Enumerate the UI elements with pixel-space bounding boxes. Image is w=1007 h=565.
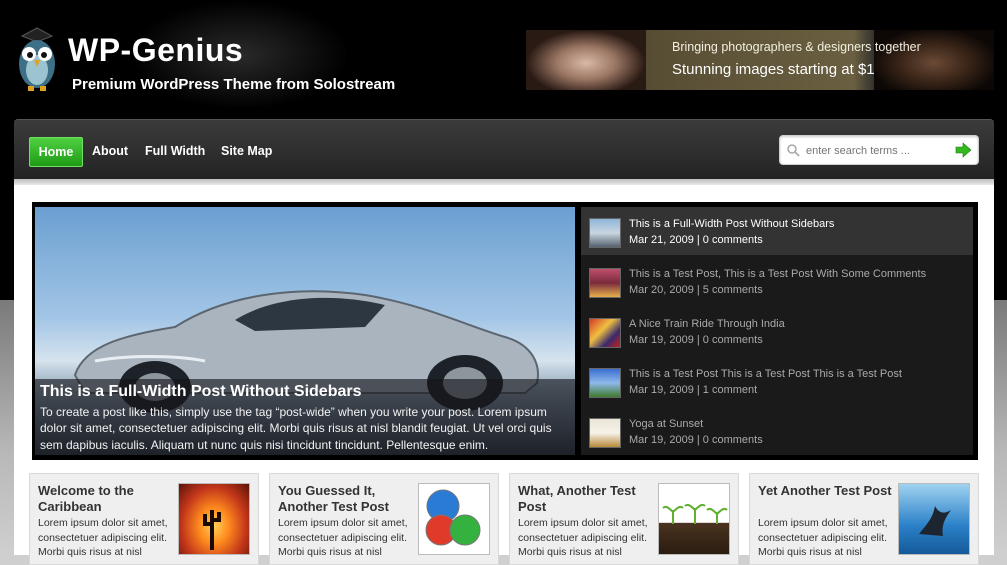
featured-list-title: This is a Test Post This is a Test Post …: [629, 368, 902, 380]
banner-line-1: Bringing photographers & designers toget…: [672, 40, 921, 54]
featured-list-item[interactable]: This is a Test Post This is a Test Post …: [581, 357, 973, 405]
featured-excerpt: To create a post like this, simply use t…: [40, 405, 552, 452]
post-title[interactable]: Welcome to the Caribbean: [38, 483, 173, 514]
featured-list-title: This is a Test Post, This is a Test Post…: [629, 268, 927, 280]
banner-line-2: Stunning images starting at $1: [672, 61, 875, 78]
post-title[interactable]: You Guessed It, Another Test Post: [278, 483, 413, 514]
thumbnail-road: [589, 368, 621, 398]
main-nav: Home About Full Width Site Map: [14, 119, 994, 180]
featured-list-meta: Mar 19, 2009 | 1 comment: [629, 384, 758, 396]
post-image-paints[interactable]: [418, 483, 490, 555]
post-excerpt: Lorem ipsum dolor sit amet, consectetuer…: [518, 517, 648, 558]
post-image-sprouts[interactable]: [658, 483, 730, 555]
search-input[interactable]: [804, 142, 948, 160]
post-image-sunset[interactable]: [178, 483, 250, 555]
nav-home[interactable]: Home: [29, 137, 83, 167]
featured-list-item[interactable]: A Nice Train Ride Through India Mar 19, …: [581, 307, 973, 355]
featured-list-meta: Mar 19, 2009 | 0 comments: [629, 434, 763, 446]
ad-banner[interactable]: Bringing photographers & designers toget…: [526, 30, 994, 90]
thumbnail-market: [589, 268, 621, 298]
search-box: [779, 135, 979, 165]
post-box: What, Another Test Post Lorem ipsum dolo…: [509, 473, 739, 565]
post-image-whale[interactable]: [898, 483, 970, 555]
featured-list-meta: Mar 21, 2009 | 0 comments: [629, 234, 763, 246]
nav-full-width[interactable]: Full Width: [145, 137, 205, 165]
featured-list-item[interactable]: Yoga at Sunset Mar 19, 2009 | 0 comments: [581, 407, 973, 455]
featured-list: This is a Full-Width Post Without Sideba…: [581, 207, 973, 455]
thumbnail-train: [589, 318, 621, 348]
post-box: You Guessed It, Another Test Post Lorem …: [269, 473, 499, 565]
featured-list-meta: Mar 19, 2009 | 0 comments: [629, 334, 763, 346]
post-excerpt: Lorem ipsum dolor sit amet, consectetuer…: [38, 517, 168, 558]
banner-photo-woman: [526, 30, 646, 90]
featured-list-title: Yoga at Sunset: [629, 418, 704, 430]
post-title[interactable]: Yet Another Test Post: [758, 483, 893, 499]
site-tagline: Premium WordPress Theme from Solostream: [72, 76, 396, 93]
banner-photo-man: [874, 30, 994, 90]
thumbnail-yoga: [589, 418, 621, 448]
featured-list-item[interactable]: This is a Full-Width Post Without Sideba…: [581, 207, 973, 255]
post-excerpt: Lorem ipsum dolor sit amet, consectetuer…: [758, 517, 888, 558]
post-title[interactable]: What, Another Test Post: [518, 483, 653, 514]
nav-about[interactable]: About: [92, 137, 128, 165]
search-icon: [787, 144, 800, 157]
featured-list-title: A Nice Train Ride Through India: [629, 318, 785, 330]
arrow-right-icon[interactable]: [954, 142, 972, 158]
featured-list-item[interactable]: This is a Test Post, This is a Test Post…: [581, 257, 973, 305]
post-box: Welcome to the Caribbean Lorem ipsum dol…: [29, 473, 259, 565]
nav-site-map[interactable]: Site Map: [221, 137, 272, 165]
owl-icon[interactable]: [14, 22, 60, 94]
featured-list-meta: Mar 20, 2009 | 5 comments: [629, 284, 763, 296]
site-title[interactable]: WP-Genius: [68, 32, 243, 69]
post-box: Yet Another Test Post Lorem ipsum dolor …: [749, 473, 979, 565]
featured-list-title: This is a Full-Width Post Without Sideba…: [629, 218, 835, 230]
featured-title[interactable]: This is a Full-Width Post Without Sideba…: [40, 383, 362, 401]
thumbnail-car: [589, 218, 621, 248]
post-excerpt: Lorem ipsum dolor sit amet, consectetuer…: [278, 517, 408, 558]
